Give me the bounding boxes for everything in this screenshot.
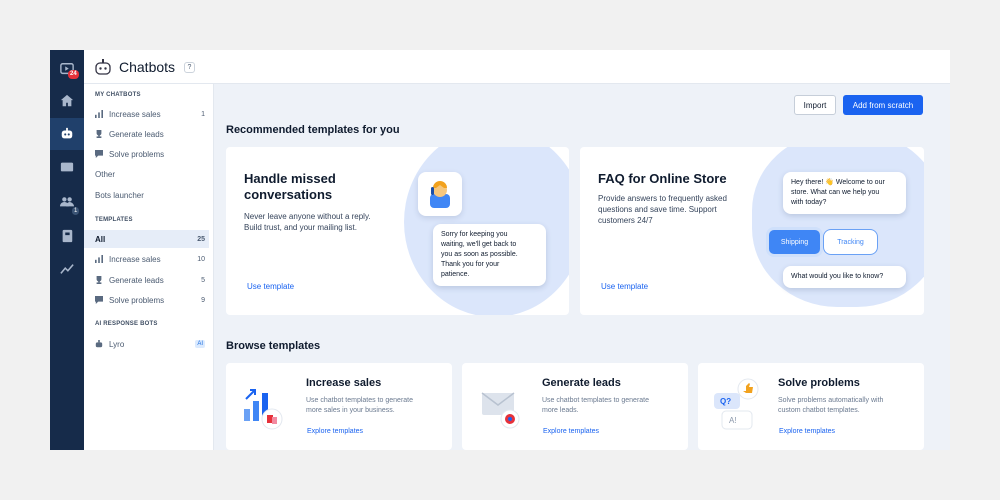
section-title-templates: TEMPLATES: [95, 217, 133, 223]
tracking-chip[interactable]: Tracking: [823, 229, 878, 255]
sidebar-item-generate-leads[interactable]: Generate leads: [84, 125, 209, 143]
page-title: Chatbots: [119, 59, 176, 75]
chat-bubble: What would you like to know?: [783, 266, 906, 288]
chat-icon: [95, 296, 105, 304]
card-description: Never leave anyone without a reply. Buil…: [244, 212, 371, 232]
use-template-link[interactable]: Use template: [601, 282, 648, 291]
sidebar-item-increase-sales[interactable]: Increase sales 10: [84, 250, 209, 268]
use-template-link[interactable]: Use template: [247, 282, 294, 291]
trophy-icon: [95, 276, 105, 284]
item-count: 5: [201, 276, 205, 284]
template-card-missed-conversations[interactable]: Handle missed conversations Never leave …: [226, 147, 569, 315]
home-icon[interactable]: [58, 92, 76, 110]
sidebar-item-label: Solve problems: [109, 295, 165, 305]
chart-icon: [95, 110, 105, 118]
section-title-ai-bots: AI RESPONSE BOTS: [95, 321, 158, 327]
sales-chart-icon: [244, 389, 283, 430]
ai-badge: AI: [195, 340, 205, 348]
shipping-chip[interactable]: Shipping: [766, 227, 823, 257]
template-card-faq-online-store[interactable]: FAQ for Online Store Provide answers to …: [580, 147, 924, 315]
sidebar-item-solve-problems[interactable]: Solve problems 9: [84, 291, 209, 309]
chatbot-icon: [95, 59, 111, 75]
section-title-my-chatbots: MY CHATBOTS: [95, 92, 141, 98]
sidebar-item-solve-problems[interactable]: Solve problems: [84, 145, 209, 163]
app-window: 24 1 Chatbots ? MY CHATBOTS Increase sal…: [50, 50, 950, 450]
browse-card-description: Solve problems automatically with custom…: [778, 397, 884, 414]
explore-templates-link[interactable]: Explore templates: [779, 428, 835, 435]
card-description: Provide answers to frequently asked ques…: [598, 194, 727, 225]
explore-templates-link[interactable]: Explore templates: [543, 428, 599, 435]
card-title: FAQ for Online Store: [598, 171, 727, 186]
sidebar-item-label: Generate leads: [109, 129, 164, 139]
sidebar-item-label: All: [95, 234, 106, 244]
explore-templates-link[interactable]: Explore templates: [307, 428, 363, 435]
browse-card-generate-leads[interactable]: Generate leads Use chatbot templates to …: [462, 363, 688, 450]
svg-text:A!: A!: [729, 416, 737, 425]
help-icon[interactable]: ?: [184, 62, 195, 73]
sidebar-item-label: Increase sales: [109, 109, 161, 119]
browse-title: Browse templates: [226, 340, 321, 352]
agent-avatar-icon: [430, 181, 450, 208]
chatbot-icon[interactable]: [58, 125, 76, 143]
page-header: Chatbots ?: [84, 50, 950, 84]
sidebar-item-generate-leads[interactable]: Generate leads 5: [84, 271, 209, 289]
sidebar-item-lyro[interactable]: Lyro AI: [84, 335, 209, 353]
sidebar-item-label: Generate leads: [109, 275, 164, 285]
svg-text:Q?: Q?: [720, 397, 731, 406]
browse-card-description: Use chatbot templates to generate more l…: [542, 397, 650, 414]
qa-bubbles-icon: Q? A!: [714, 378, 759, 430]
envelope-icon: [481, 392, 520, 429]
browse-card-increase-sales[interactable]: Increase sales Use chatbot templates to …: [226, 363, 452, 450]
item-count: 10: [197, 255, 205, 263]
mail-icon[interactable]: [58, 158, 76, 176]
sidebar-item-other[interactable]: Other: [84, 165, 209, 183]
sidebar-item-label: Solve problems: [109, 149, 165, 159]
chart-icon: [95, 255, 105, 263]
sidebar-item-bots-launcher[interactable]: Bots launcher: [84, 186, 209, 204]
item-count: 25: [197, 235, 205, 243]
sidebar-item-label: Other: [95, 169, 116, 179]
item-count: 9: [201, 296, 205, 304]
notification-badge: 24: [68, 70, 79, 79]
browse-card-description: Use chatbot templates to generate more s…: [306, 397, 414, 414]
chat-icon: [95, 150, 105, 158]
contacts-badge: 1: [72, 207, 80, 215]
trophy-icon: [95, 130, 105, 138]
item-count: 1: [201, 110, 205, 118]
browse-card-title: Solve problems: [778, 377, 860, 389]
sidebar-item-all[interactable]: All 25: [84, 230, 209, 248]
chat-bubble: Hey there! 👋 Welcome to our store. What …: [783, 172, 906, 214]
card-title: Handle missed conversations: [244, 171, 336, 202]
sidebar: MY CHATBOTS Increase sales 1 Generate le…: [84, 84, 214, 450]
recommended-title: Recommended templates for you: [226, 124, 400, 136]
browse-card-title: Generate leads: [542, 377, 621, 389]
sidebar-item-increase-sales[interactable]: Increase sales 1: [84, 105, 209, 123]
browse-card-title: Increase sales: [306, 377, 382, 389]
nav-rail: 24 1: [50, 50, 84, 450]
sidebar-item-label: Bots launcher: [95, 190, 144, 200]
avatar: [418, 172, 462, 216]
browse-card-solve-problems[interactable]: Q? A! Solve problems Solve problems auto…: [698, 363, 924, 450]
sidebar-item-label: Lyro: [109, 339, 125, 349]
add-from-scratch-button[interactable]: Add from scratch: [843, 95, 923, 115]
sidebar-item-label: Increase sales: [109, 254, 161, 264]
chat-bubble: Sorry for keeping you waiting, we'll get…: [433, 224, 546, 286]
book-icon[interactable]: [58, 227, 76, 245]
robot-icon: [95, 340, 105, 348]
analytics-icon[interactable]: [58, 260, 76, 278]
import-button[interactable]: Import: [794, 95, 836, 115]
